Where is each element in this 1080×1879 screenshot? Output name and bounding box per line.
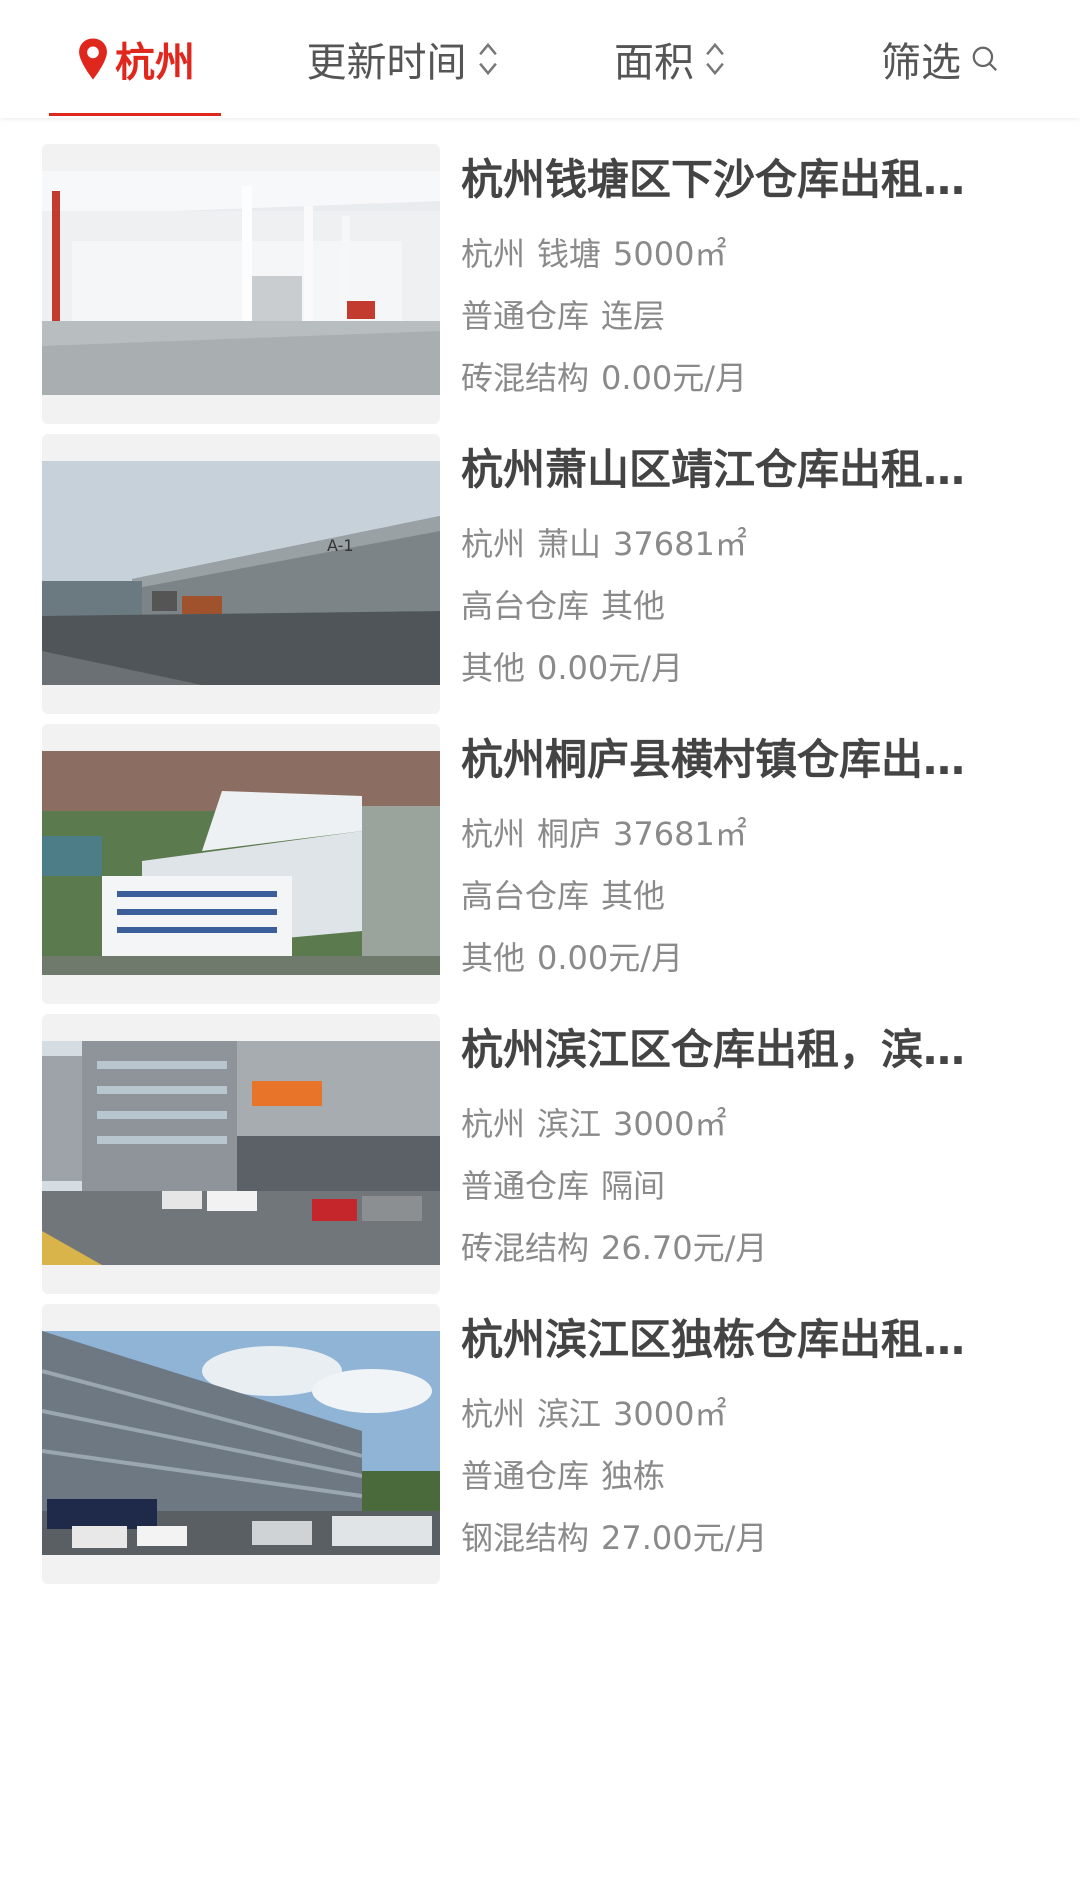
listing-structure: 其他	[461, 939, 526, 977]
listing-price-row: 砖混结构 26.70元/月	[461, 1228, 1031, 1268]
listing-type-row: 普通仓库 隔间	[461, 1166, 1031, 1206]
listing-location: 杭州 滨江 3000㎡	[461, 1394, 1031, 1434]
listing-price-row: 钢混结构 27.00元/月	[461, 1518, 1031, 1558]
listing-title: 杭州钱塘区下沙仓库出租…	[461, 155, 966, 204]
listing-thumbnail-frame	[42, 1014, 440, 1294]
tab-city[interactable]: 杭州	[49, 0, 221, 118]
listing-district: 钱塘	[537, 235, 602, 273]
listing-type-row: 高台仓库 其他	[461, 586, 1031, 626]
location-pin-icon	[79, 38, 107, 80]
listing-structure: 其他	[461, 649, 526, 687]
listing-layout: 连层	[601, 297, 666, 335]
listing-price: 0.00元/月	[601, 359, 748, 397]
listing-type: 普通仓库	[461, 297, 590, 335]
listing-price: 26.70元/月	[601, 1229, 768, 1267]
listing-area: 37681㎡	[613, 815, 747, 853]
sort-area-label: 面积	[614, 40, 694, 86]
listing-city: 杭州	[461, 1395, 526, 1433]
listing-structure: 砖混结构	[461, 359, 590, 397]
listing-type-row: 高台仓库 其他	[461, 876, 1031, 916]
listing-photo	[42, 751, 440, 975]
listing-card[interactable]: 杭州滨江区独栋仓库出租… 杭州 滨江 3000㎡ 普通仓库 独栋 钢混结构 27.00元…	[0, 1278, 1080, 1584]
listing-city: 杭州	[461, 815, 526, 853]
listing-structure: 钢混结构	[461, 1519, 590, 1557]
listing-photo	[42, 171, 440, 395]
listing-location: 杭州 钱塘 5000㎡	[461, 234, 1031, 274]
listing-photo	[42, 1331, 440, 1555]
listing-title: 杭州滨江区独栋仓库出租…	[461, 1315, 966, 1364]
sort-by-time[interactable]: 更新时间	[290, 0, 515, 118]
listing-area: 3000㎡	[613, 1395, 727, 1433]
listing-type-row: 普通仓库 连层	[461, 296, 1031, 336]
sort-arrows-icon	[706, 42, 724, 76]
filter-button[interactable]: 筛选	[870, 0, 1010, 118]
listing-type: 高台仓库	[461, 587, 590, 625]
listing-type: 高台仓库	[461, 877, 590, 915]
sort-arrows-icon	[478, 42, 497, 76]
listing-title: 杭州滨江区仓库出租，滨…	[461, 1025, 966, 1074]
listing-photo	[42, 1041, 440, 1265]
listing-city: 杭州	[461, 1105, 526, 1143]
filter-bar: 杭州 更新时间 面积 筛选	[0, 0, 1080, 118]
active-tab-indicator	[49, 113, 221, 116]
svg-text:A-1: A-1	[327, 536, 354, 555]
listing-location: 杭州 滨江 3000㎡	[461, 1104, 1031, 1144]
listing-thumbnail-frame	[42, 1304, 440, 1584]
listing-district: 萧山	[537, 525, 602, 563]
listing-area: 3000㎡	[613, 1105, 727, 1143]
listing-city: 杭州	[461, 235, 526, 273]
listing-layout: 其他	[601, 877, 666, 915]
listing-type-row: 普通仓库 独栋	[461, 1456, 1031, 1496]
listing-district: 桐庐	[537, 815, 602, 853]
listing-card[interactable]: 杭州钱塘区下沙仓库出租… 杭州 钱塘 5000㎡ 普通仓库 连层 砖混结构 0.00元/…	[0, 118, 1080, 424]
listing-district: 滨江	[537, 1105, 602, 1143]
listing-price: 0.00元/月	[537, 939, 684, 977]
listing-area: 37681㎡	[613, 525, 747, 563]
listing-card[interactable]: 杭州滨江区仓库出租，滨… 杭州 滨江 3000㎡ 普通仓库 隔间 砖混结构 26.70元…	[0, 988, 1080, 1294]
listing-price-row: 砖混结构 0.00元/月	[461, 358, 1031, 398]
filter-label: 筛选	[881, 40, 961, 86]
sort-by-area[interactable]: 面积	[600, 0, 740, 118]
listing-price-row: 其他 0.00元/月	[461, 648, 1031, 688]
listing-title: 杭州桐庐县横村镇仓库出…	[461, 735, 966, 784]
listing-type: 普通仓库	[461, 1457, 590, 1495]
listing-title: 杭州萧山区靖江仓库出租…	[461, 445, 966, 494]
listing-card[interactable]: 杭州桐庐县横村镇仓库出… 杭州 桐庐 37681㎡ 高台仓库 其他 其他 0.00元/月	[0, 698, 1080, 1004]
listing-photo: A-1	[42, 461, 440, 685]
listing-thumbnail-frame	[42, 724, 440, 1004]
listing-structure: 砖混结构	[461, 1229, 590, 1267]
listing-price-row: 其他 0.00元/月	[461, 938, 1031, 978]
listing-type: 普通仓库	[461, 1167, 590, 1205]
listing-area: 5000㎡	[613, 235, 727, 273]
search-icon	[972, 46, 997, 71]
listing-thumbnail-frame	[42, 144, 440, 424]
listing-layout: 其他	[601, 587, 666, 625]
listing-thumbnail-frame: A-1	[42, 434, 440, 714]
listing-layout: 隔间	[601, 1167, 666, 1205]
city-label: 杭州	[115, 40, 195, 86]
listing-district: 滨江	[537, 1395, 602, 1433]
listing-city: 杭州	[461, 525, 526, 563]
listing-price: 0.00元/月	[537, 649, 684, 687]
listing-card[interactable]: A-1 杭州萧山区靖江仓库出租… 杭州 萧山 37681㎡ 高台仓库 其他 其他 0.0…	[0, 408, 1080, 714]
sort-time-label: 更新时间	[306, 40, 467, 86]
listing-location: 杭州 萧山 37681㎡	[461, 524, 1031, 564]
listing-layout: 独栋	[601, 1457, 666, 1495]
listing-location: 杭州 桐庐 37681㎡	[461, 814, 1031, 854]
listing-price: 27.00元/月	[601, 1519, 768, 1557]
